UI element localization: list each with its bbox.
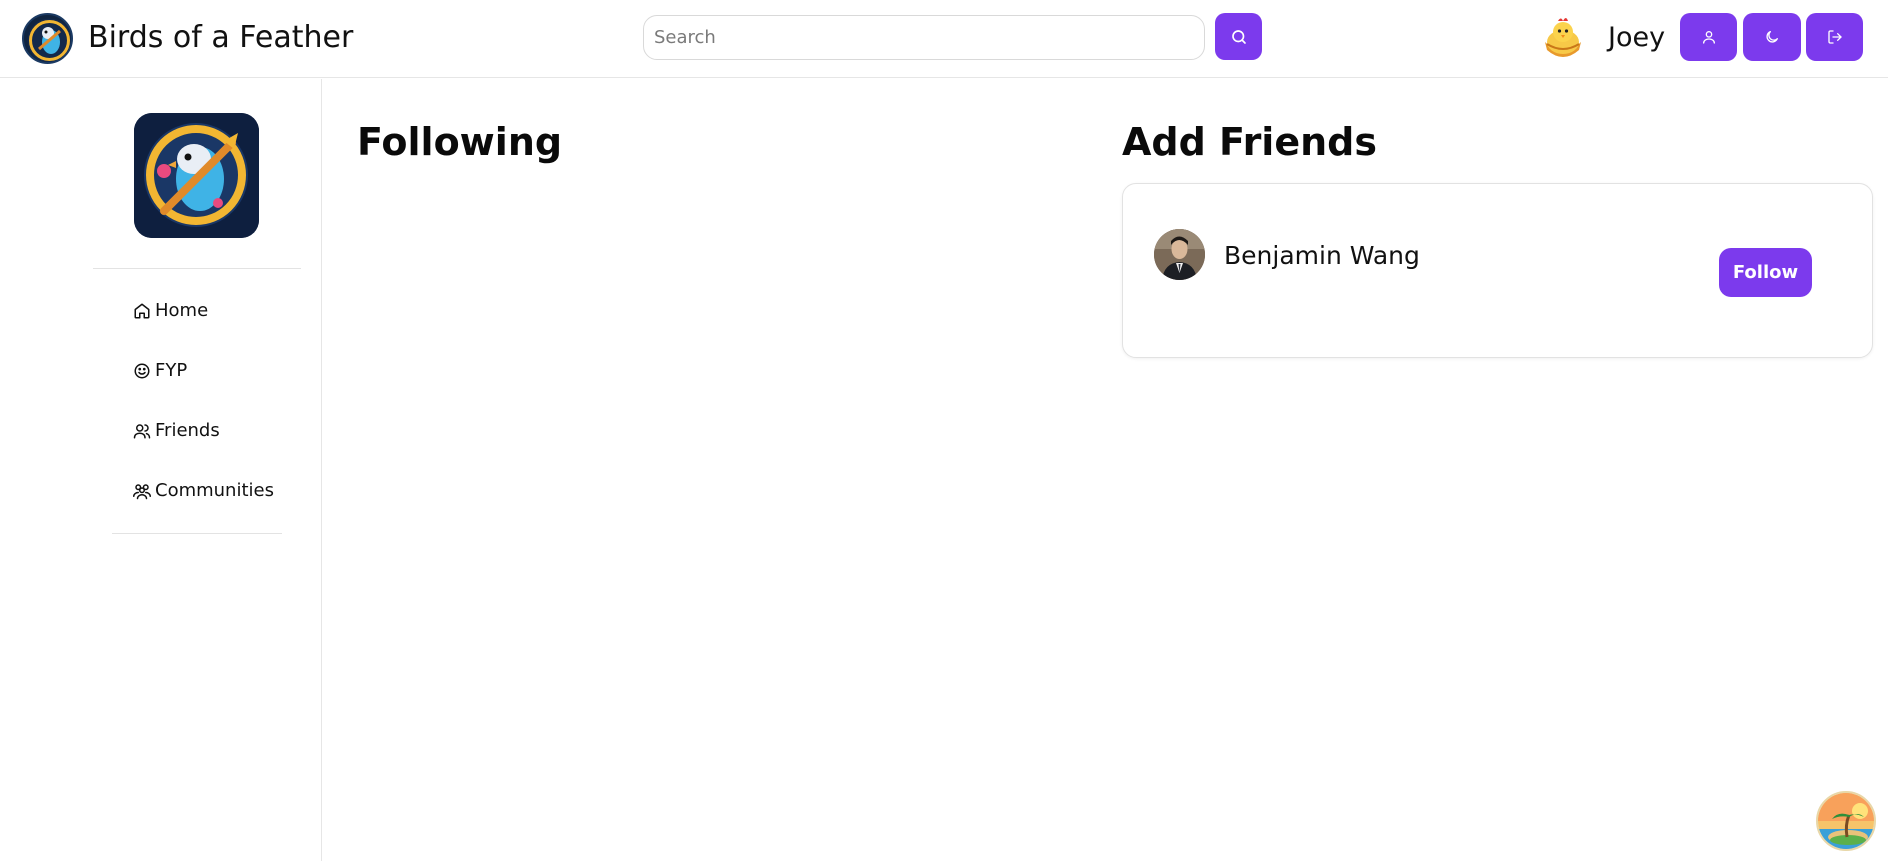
- app-logo[interactable]: [22, 13, 73, 64]
- sidebar-item-communities[interactable]: Communities: [133, 477, 274, 505]
- sidebar-item-home[interactable]: Home: [133, 297, 208, 325]
- sidebar-item-label: Friends: [155, 420, 220, 441]
- search-icon: [1231, 29, 1246, 44]
- bird-logo-icon: [27, 18, 71, 62]
- user-avatar[interactable]: [1541, 14, 1585, 62]
- friend-suggestion-card: Benjamin Wang Follow: [1122, 183, 1873, 358]
- bird-emblem-icon: [134, 113, 259, 238]
- sidebar-item-label: Home: [155, 300, 209, 321]
- search-input[interactable]: [643, 15, 1205, 60]
- floating-assistant-button[interactable]: [1816, 791, 1876, 851]
- sidebar-item-fyp[interactable]: FYP: [133, 357, 187, 385]
- users-icon: [133, 482, 151, 500]
- sidebar-divider: [112, 533, 282, 534]
- moon-icon: [1766, 31, 1778, 43]
- chick-avatar-icon: [1545, 18, 1581, 57]
- theme-toggle-button[interactable]: [1743, 13, 1801, 61]
- sidebar: Home FYP Friends Communities: [0, 79, 322, 861]
- sidebar-item-label: Communities: [155, 480, 274, 501]
- app-title: Birds of a Feather: [88, 20, 354, 55]
- logout-icon: [1827, 30, 1842, 44]
- sidebar-logo[interactable]: [134, 113, 259, 238]
- profile-button[interactable]: [1680, 13, 1737, 61]
- top-header: Birds of a Feather Joey: [0, 0, 1888, 78]
- user-name: Joey: [1608, 22, 1666, 53]
- person-photo-icon: [1154, 229, 1205, 280]
- friend-name: Benjamin Wang: [1224, 241, 1420, 270]
- sidebar-divider: [93, 268, 301, 269]
- palm-island-icon: [1818, 793, 1874, 849]
- user-icon: [1702, 31, 1715, 44]
- follow-button[interactable]: Follow: [1719, 248, 1812, 297]
- logout-button[interactable]: [1806, 13, 1863, 61]
- friend-avatar[interactable]: [1154, 229, 1205, 280]
- following-title: Following: [357, 120, 563, 164]
- add-friends-title: Add Friends: [1122, 120, 1377, 164]
- smile-icon: [133, 362, 151, 380]
- sidebar-item-friends[interactable]: Friends: [133, 417, 220, 445]
- user-icon: [133, 422, 151, 440]
- search-button[interactable]: [1215, 13, 1262, 60]
- home-icon: [133, 302, 151, 320]
- sidebar-item-label: FYP: [155, 360, 188, 381]
